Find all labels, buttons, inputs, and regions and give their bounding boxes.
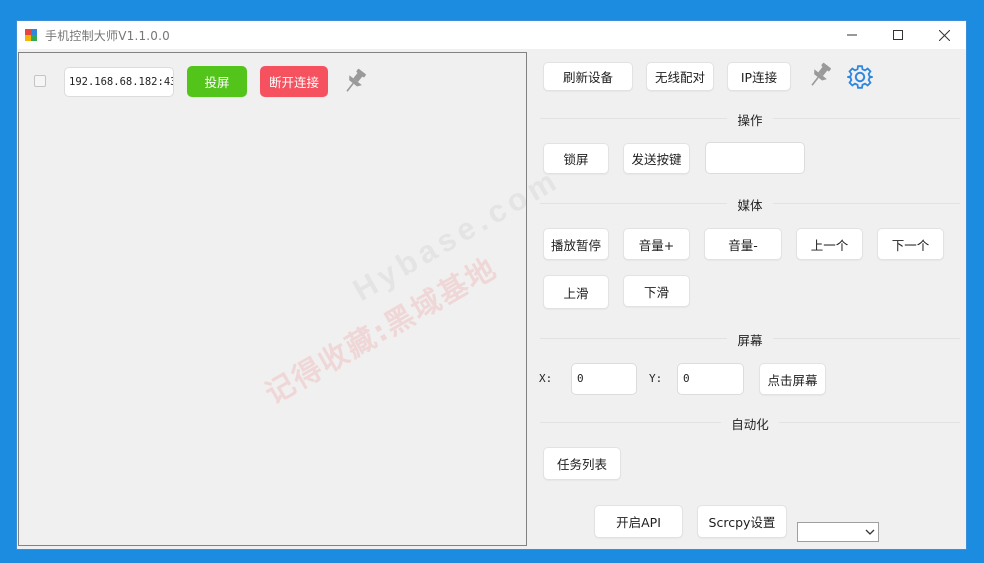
section-media-title: 媒体 — [727, 198, 773, 213]
tap-screen-button[interactable]: 点击屏幕 — [759, 363, 826, 395]
open-api-button[interactable]: 开启API — [594, 505, 683, 538]
close-button[interactable] — [921, 21, 967, 49]
task-list-button[interactable]: 任务列表 — [543, 447, 621, 480]
close-icon — [938, 29, 950, 41]
swipe-down-button[interactable]: 下滑 — [623, 275, 690, 307]
swipe-down-label: 下滑 — [643, 284, 669, 300]
key-code-input[interactable] — [705, 142, 805, 174]
pin-icon[interactable] — [804, 60, 836, 90]
section-screen-header: 屏幕 — [540, 330, 960, 348]
section-automation-title: 自动化 — [721, 417, 779, 432]
gear-icon[interactable] — [845, 62, 875, 92]
refresh-devices-label: 刷新设备 — [562, 70, 613, 85]
cast-screen-button[interactable]: 投屏 — [187, 66, 247, 97]
scrcpy-settings-button[interactable]: Scrcpy设置 — [697, 505, 787, 538]
task-list-label: 任务列表 — [556, 457, 607, 472]
tap-screen-label: 点击屏幕 — [767, 372, 818, 388]
section-media-header: 媒体 — [540, 195, 960, 213]
footer-select[interactable] — [797, 522, 879, 542]
ip-connect-button[interactable]: IP连接 — [727, 62, 791, 91]
send-key-label: 发送按键 — [631, 152, 682, 167]
section-automation-header: 自动化 — [540, 414, 960, 432]
swipe-up-button[interactable]: 上滑 — [543, 275, 609, 309]
disconnect-button[interactable]: 断开连接 — [260, 66, 328, 97]
pin-icon[interactable] — [339, 66, 371, 96]
section-operation-title: 操作 — [727, 113, 773, 128]
wireless-pair-label: 无线配对 — [654, 70, 705, 85]
refresh-devices-button[interactable]: 刷新设备 — [543, 62, 633, 91]
wireless-pair-button[interactable]: 无线配对 — [646, 62, 714, 91]
previous-label: 上一个 — [810, 237, 849, 253]
x-coordinate-label: X: — [539, 372, 553, 385]
open-api-label: 开启API — [616, 515, 661, 530]
app-window: 手机控制大师V1.1.0.0 192.168.68.182:434 投屏 断开连… — [16, 20, 967, 550]
app-logo-icon — [25, 29, 37, 41]
next-label: 下一个 — [891, 237, 930, 253]
device-list-panel: 192.168.68.182:434 投屏 断开连接 — [18, 52, 527, 546]
maximize-button[interactable] — [875, 21, 921, 49]
send-key-button[interactable]: 发送按键 — [623, 143, 690, 174]
play-pause-button[interactable]: 播放暂停 — [543, 228, 609, 260]
volume-up-button[interactable]: 音量+ — [623, 228, 690, 260]
next-button[interactable]: 下一个 — [877, 228, 944, 260]
minimize-icon — [847, 34, 857, 36]
y-coordinate-label: Y: — [649, 372, 663, 385]
volume-up-label: 音量+ — [638, 237, 675, 253]
ip-connect-label: IP连接 — [740, 70, 778, 85]
window-title: 手机控制大师V1.1.0.0 — [45, 29, 170, 43]
section-operation-header: 操作 — [540, 110, 960, 128]
section-screen-title: 屏幕 — [727, 333, 773, 348]
volume-down-button[interactable]: 音量- — [704, 228, 782, 260]
previous-button[interactable]: 上一个 — [796, 228, 863, 260]
title-bar[interactable]: 手机控制大师V1.1.0.0 — [17, 21, 966, 49]
x-coordinate-input[interactable]: 0 — [571, 363, 637, 395]
device-ip-field[interactable]: 192.168.68.182:434 — [64, 67, 174, 97]
lock-screen-button[interactable]: 锁屏 — [543, 143, 609, 174]
y-coordinate-input[interactable]: 0 — [677, 363, 744, 395]
scrcpy-settings-label: Scrcpy设置 — [708, 515, 776, 530]
disconnect-label: 断开连接 — [268, 75, 319, 90]
play-pause-label: 播放暂停 — [550, 237, 601, 253]
lock-screen-label: 锁屏 — [563, 152, 589, 167]
volume-down-label: 音量- — [728, 237, 758, 253]
swipe-up-label: 上滑 — [563, 285, 589, 301]
chevron-down-icon — [865, 529, 875, 535]
device-select-checkbox[interactable] — [34, 75, 46, 87]
maximize-icon — [893, 30, 903, 40]
minimize-button[interactable] — [829, 21, 875, 49]
cast-screen-label: 投屏 — [204, 75, 230, 90]
